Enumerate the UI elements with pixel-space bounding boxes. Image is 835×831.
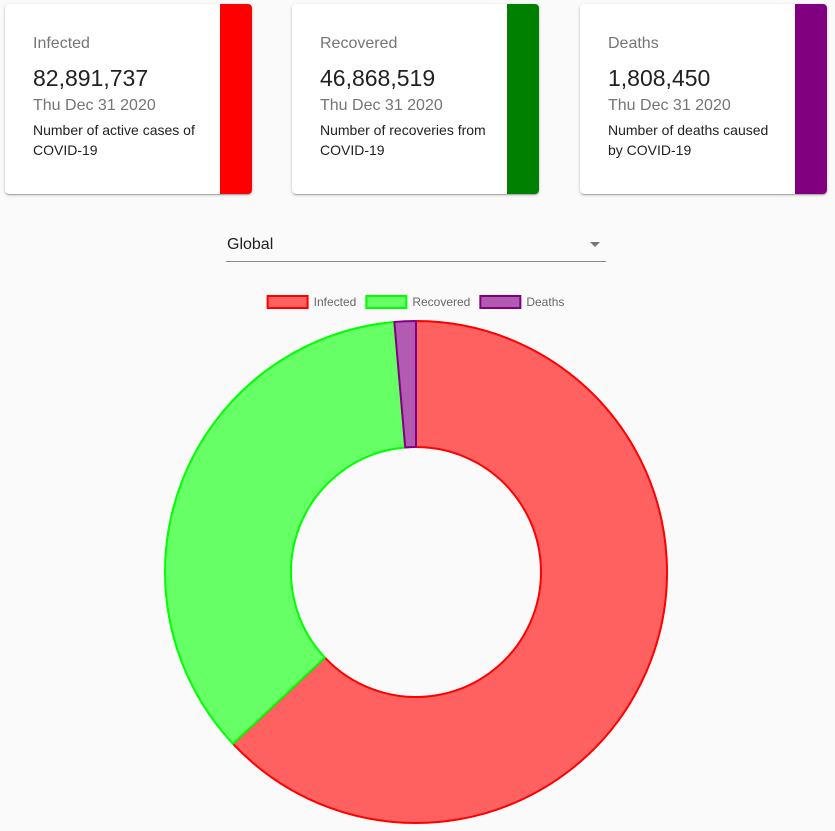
doughnut-chart: Infected Recovered Deaths [164,295,668,824]
legend-label-infected: Infected [314,295,357,309]
legend-swatch-infected [266,295,309,309]
legend-swatch-deaths [479,295,522,309]
chart-legend: Infected Recovered Deaths [266,295,564,309]
chart-slices [164,320,668,824]
legend-label-recovered: Recovered [412,295,470,309]
legend-item-recovered[interactable]: Recovered [365,295,470,309]
slice-recovered[interactable] [164,320,407,745]
legend-swatch-recovered [365,295,408,309]
legend-item-deaths[interactable]: Deaths [479,295,564,309]
legend-label-deaths: Deaths [526,295,564,309]
legend-item-infected[interactable]: Infected [266,295,357,309]
